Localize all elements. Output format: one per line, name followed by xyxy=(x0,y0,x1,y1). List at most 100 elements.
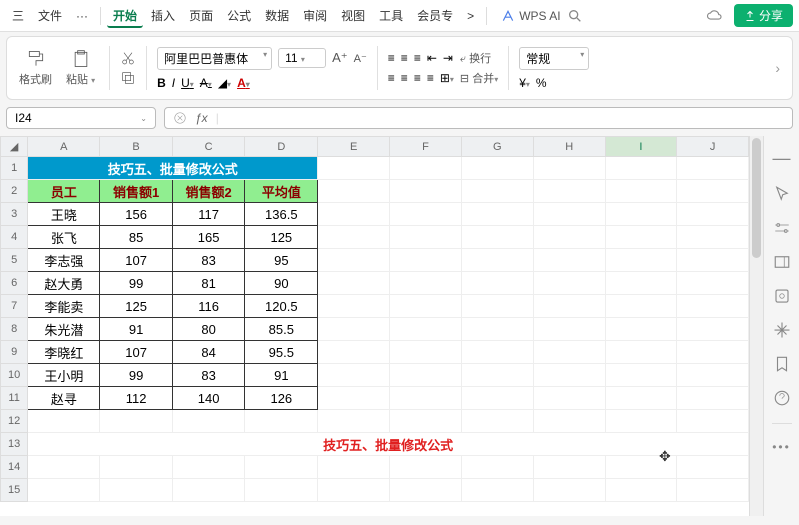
cell[interactable]: 165 xyxy=(172,226,244,249)
row-header[interactable]: 14 xyxy=(1,456,28,479)
table-header[interactable]: 销售额2 xyxy=(172,180,244,203)
align-right-icon[interactable]: ≡ xyxy=(414,71,421,85)
number-format-select[interactable]: 常规 ▾ xyxy=(519,47,589,70)
col-header[interactable]: F xyxy=(390,137,462,157)
row-header[interactable]: 15 xyxy=(1,479,28,502)
row-header[interactable]: 5 xyxy=(1,249,28,272)
font-size-select[interactable]: 11 ▾ xyxy=(278,48,326,68)
cancel-icon[interactable] xyxy=(173,111,187,125)
tab-data[interactable]: 数据 xyxy=(259,3,295,28)
cell[interactable]: 85.5 xyxy=(245,318,318,341)
cell[interactable]: 90 xyxy=(245,272,318,295)
wrap-button[interactable]: ⤶ 换行 xyxy=(460,50,498,66)
row-header[interactable]: 9 xyxy=(1,341,28,364)
percent-icon[interactable]: % xyxy=(536,76,547,90)
tab-insert[interactable]: 插入 xyxy=(145,3,181,28)
col-header[interactable]: E xyxy=(318,137,390,157)
format-painter-group[interactable]: 格式刷 xyxy=(15,49,56,87)
font-color-icon[interactable]: A▾ xyxy=(237,76,250,90)
col-header[interactable]: H xyxy=(533,137,605,157)
settings-icon[interactable] xyxy=(773,321,791,339)
select-all-corner[interactable]: ◢ xyxy=(1,137,28,157)
tab-review[interactable]: 审阅 xyxy=(297,3,333,28)
tab-page[interactable]: 页面 xyxy=(183,3,219,28)
panel-icon[interactable] xyxy=(773,253,791,271)
cursor-icon[interactable] xyxy=(773,185,791,203)
cloud-icon[interactable] xyxy=(706,7,724,25)
tab-overflow-icon[interactable]: > xyxy=(461,5,480,27)
cell[interactable]: 王晓 xyxy=(28,203,100,226)
cell[interactable]: 91 xyxy=(245,364,318,387)
property-icon[interactable] xyxy=(773,287,791,305)
vertical-scrollbar[interactable] xyxy=(749,136,763,516)
tab-view[interactable]: 视图 xyxy=(335,3,371,28)
cell[interactable]: 95.5 xyxy=(245,341,318,364)
align-left-icon[interactable]: ≡ xyxy=(388,71,395,85)
highlight-icon[interactable]: ◢▾ xyxy=(218,76,231,90)
cell[interactable]: 李晓红 xyxy=(28,341,100,364)
cell[interactable]: 156 xyxy=(100,203,172,226)
underline-icon[interactable]: U▾ xyxy=(181,76,194,90)
cell[interactable]: 83 xyxy=(172,249,244,272)
row-header[interactable]: 3 xyxy=(1,203,28,226)
row-header[interactable]: 6 xyxy=(1,272,28,295)
share-button[interactable]: 分享 xyxy=(734,4,793,27)
strikethrough-icon[interactable]: A▾ xyxy=(200,76,212,90)
row-header[interactable]: 2 xyxy=(1,180,28,203)
bold-icon[interactable]: B xyxy=(157,76,166,90)
cell[interactable]: 125 xyxy=(245,226,318,249)
cut-icon[interactable] xyxy=(120,50,136,66)
row-header[interactable]: 10 xyxy=(1,364,28,387)
collapse-icon[interactable]: — xyxy=(773,148,791,169)
merge-button[interactable]: ⊟ 合并▾ xyxy=(460,70,498,86)
adjust-icon[interactable] xyxy=(773,219,791,237)
cell[interactable]: 李能卖 xyxy=(28,295,100,318)
cell[interactable]: 80 xyxy=(172,318,244,341)
cell[interactable]: 赵寻 xyxy=(28,387,100,410)
cell[interactable]: 136.5 xyxy=(245,203,318,226)
hamburger-icon[interactable]: 三 xyxy=(6,3,30,28)
help-icon[interactable] xyxy=(773,389,791,407)
align-top-icon[interactable]: ≡ xyxy=(388,51,395,65)
scrollbar-thumb[interactable] xyxy=(752,138,761,258)
cell[interactable]: 81 xyxy=(172,272,244,295)
cell[interactable]: 107 xyxy=(100,341,172,364)
cell[interactable]: 112 xyxy=(100,387,172,410)
tab-start[interactable]: 开始 xyxy=(107,3,143,28)
row-header[interactable]: 4 xyxy=(1,226,28,249)
table-header[interactable]: 销售额1 xyxy=(100,180,172,203)
currency-icon[interactable]: ¥▾ xyxy=(519,76,530,90)
bookmark-icon[interactable] xyxy=(773,355,791,373)
more-icon[interactable]: ••• xyxy=(772,440,791,454)
cell[interactable]: 91 xyxy=(100,318,172,341)
wps-ai-button[interactable]: WPS AI xyxy=(501,9,560,23)
cell[interactable]: 赵大勇 xyxy=(28,272,100,295)
cell[interactable]: 116 xyxy=(172,295,244,318)
cell[interactable]: 王小明 xyxy=(28,364,100,387)
increase-font-icon[interactable]: A⁺ xyxy=(332,50,348,66)
col-header[interactable]: D xyxy=(245,137,318,157)
cell[interactable]: 99 xyxy=(100,364,172,387)
col-header[interactable]: C xyxy=(172,137,244,157)
row-header[interactable]: 7 xyxy=(1,295,28,318)
menu-file[interactable]: 文件 xyxy=(32,3,68,28)
cell[interactable]: 125 xyxy=(100,295,172,318)
decrease-font-icon[interactable]: A⁻ xyxy=(354,52,367,65)
cell[interactable]: 张飞 xyxy=(28,226,100,249)
cell[interactable]: 朱光潜 xyxy=(28,318,100,341)
copy-icon[interactable] xyxy=(120,70,136,86)
align-justify-icon[interactable]: ≡ xyxy=(427,71,434,85)
row-header[interactable]: 13 xyxy=(1,433,28,456)
border-icon[interactable]: ⊞▾ xyxy=(440,71,454,85)
row-header[interactable]: 1 xyxy=(1,157,28,180)
cell[interactable]: 83 xyxy=(172,364,244,387)
cell[interactable]: 84 xyxy=(172,341,244,364)
paste-group[interactable]: 粘贴 ▾ xyxy=(62,49,99,87)
cell[interactable]: 120.5 xyxy=(245,295,318,318)
italic-icon[interactable]: I xyxy=(172,76,175,90)
table-title[interactable]: 技巧五、批量修改公式 xyxy=(28,157,318,180)
cell[interactable]: 95 xyxy=(245,249,318,272)
name-box[interactable]: I24 ⌄ xyxy=(6,107,156,129)
caption-text[interactable]: 技巧五、批量修改公式 xyxy=(28,433,749,456)
col-header[interactable]: J xyxy=(677,137,749,157)
